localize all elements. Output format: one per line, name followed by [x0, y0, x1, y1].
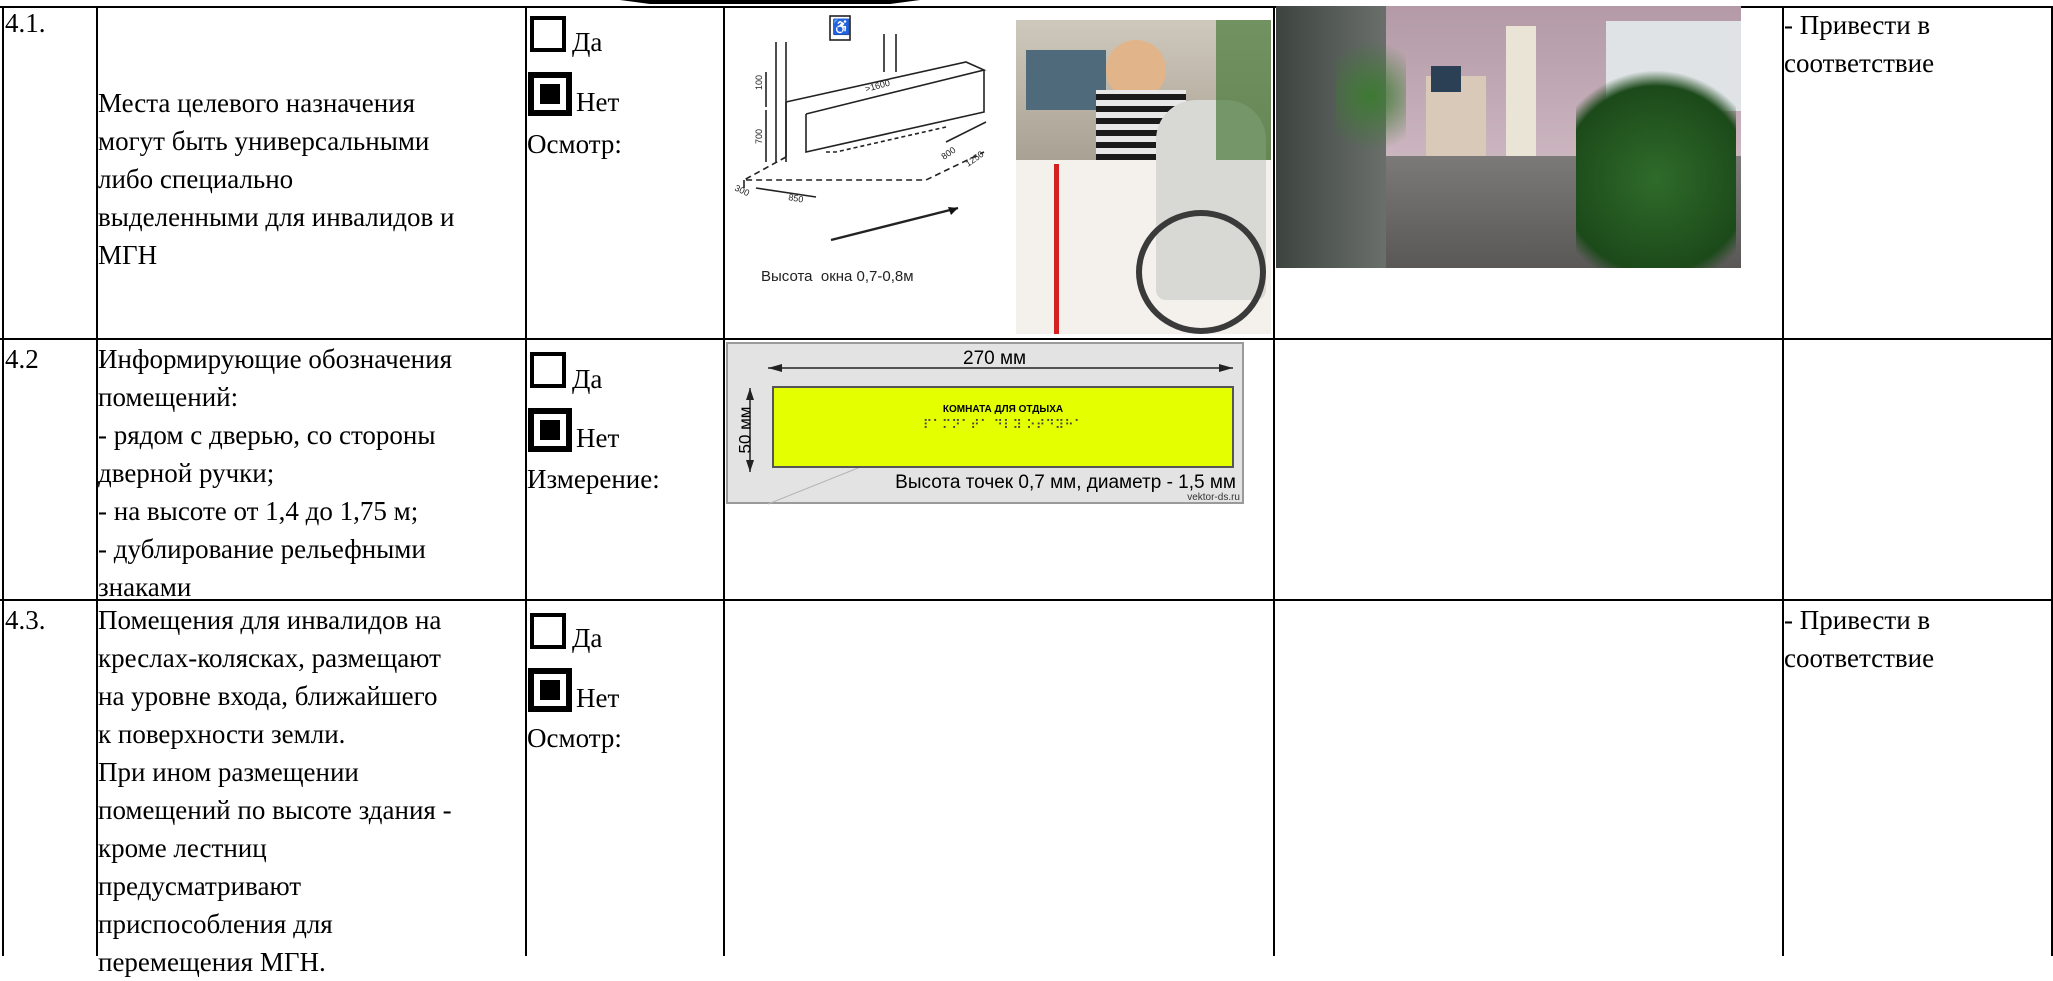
sign-width-label: 270 мм: [963, 348, 1027, 369]
checkbox-no-label: Нет: [576, 87, 620, 117]
checkbox-yes-label: Да: [572, 623, 603, 653]
checkbox-yes[interactable]: [530, 613, 566, 649]
checkbox-yes[interactable]: [530, 352, 566, 388]
dim-label: 100: [754, 75, 764, 90]
checkbox-no[interactable]: [528, 72, 572, 116]
tactile-sign-illustration: 270 мм 50 мм КОМНАТА ДЛЯ ОТДЫХА ⠏⠁⠍⠝⠁⠞⠁ …: [726, 342, 1244, 505]
hallway-photo: [1276, 6, 1741, 268]
row-number: 4.3.: [5, 605, 46, 635]
dim-label: 800: [939, 145, 957, 162]
sign-title: КОМНАТА ДЛЯ ОТДЫХА: [942, 404, 1064, 415]
row-description: Помещения для инвалидов на креслах-коляс…: [98, 605, 452, 977]
checkbox-yes-label: Да: [572, 364, 603, 394]
sign-watermark: vektor-ds.ru: [1187, 492, 1240, 503]
wheelchair-icon: ♿: [832, 20, 851, 36]
dim-label: >1600: [864, 78, 891, 94]
dim-label: 700: [754, 129, 764, 144]
method-label: Осмотр:: [527, 129, 622, 159]
checkbox-no-label: Нет: [576, 683, 620, 713]
dim-label: 300: [733, 183, 751, 198]
sign-height-label: 50 мм: [735, 406, 755, 454]
reception-window-photo: [1016, 20, 1271, 334]
col-border-left: [2, 6, 4, 956]
recommendation: - Привести в соответствие: [1784, 605, 1935, 673]
row-number: 4.2: [5, 344, 39, 374]
checkbox-yes[interactable]: [530, 16, 566, 52]
row-description: Информирующие обозначения помещений: - р…: [98, 344, 452, 602]
recommendation: - Привести в соответствие: [1784, 10, 1935, 78]
checkbox-no[interactable]: [528, 408, 572, 452]
sign-braille: ⠏⠁⠍⠝⠁⠞⠁ ⠙⠇⠽ ⠕⠞⠙⠽⠓⠁: [922, 418, 1084, 433]
figure-caption: Высота окна 0,7-0,8м: [761, 268, 914, 285]
dim-label: 850: [788, 192, 805, 204]
table-top-border: [0, 6, 2053, 8]
col-divider-5: [1782, 6, 1784, 956]
checkbox-no[interactable]: [528, 668, 572, 712]
method-label: Осмотр:: [527, 723, 622, 753]
counter-drawing-svg: >1600 100 700 800 1250 850 300: [733, 15, 987, 242]
col-divider-3: [723, 6, 725, 956]
header-fragment: [620, 0, 920, 4]
counter-drawing: >1600 100 700 800 1250 850 300 ♿ Высота …: [726, 12, 1016, 302]
method-label: Измерение:: [527, 464, 660, 494]
dim-label: 1250: [963, 149, 985, 169]
col-divider-4: [1273, 6, 1275, 956]
checkbox-yes-label: Да: [572, 27, 603, 57]
document-page: 4.1. Места целевого назначения могут быт…: [0, 0, 2053, 977]
row-description: Места целевого назначения могут быть уни…: [98, 88, 455, 270]
tactile-sign-plate: КОМНАТА ДЛЯ ОТДЫХА ⠏⠁⠍⠝⠁⠞⠁ ⠙⠇⠽ ⠕⠞⠙⠽⠓⠁: [772, 386, 1234, 468]
sign-caption: Высота точек 0,7 мм, диаметр - 1,5 мм: [895, 472, 1236, 493]
checkbox-no-label: Нет: [576, 423, 620, 453]
row-number: 4.1.: [5, 8, 46, 38]
